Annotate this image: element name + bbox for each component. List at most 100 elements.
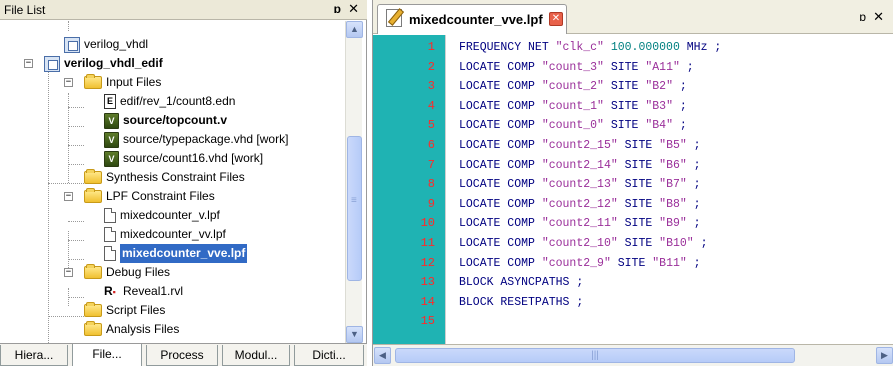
tree-item-mixedcounter-vv-lpf[interactable]: mixedcounter_vv.lpf [104,225,226,244]
code-token: "count_0" [541,119,604,133]
code-token: SITE [603,119,646,133]
folder-icon [84,188,102,204]
code-token: LOCATE COMP [459,158,542,172]
code-token: LOCATE COMP [459,256,542,270]
code-line[interactable]: LOCATE COMP "count2_13" SITE "B7" ; [459,175,701,194]
code-token: LOCATE COMP [459,60,542,74]
code-token: SITE [617,217,660,231]
code-line[interactable]: LOCATE COMP "count2_12" SITE "B8" ; [459,195,701,214]
tree-item-reveal1-rvl[interactable]: R▪ Reveal1.rvl [104,282,183,301]
tree-item-debug-files[interactable]: Debug Files [84,263,170,282]
tree-item-count16-vhd[interactable]: Vsource/count16.vhd [work] [104,149,263,168]
scroll-thumb[interactable] [347,136,362,281]
code-token: "B4" [645,119,673,133]
code-token: "count2_9" [541,256,611,270]
code-token: ; [679,60,694,74]
scroll-up-icon[interactable]: ▲ [346,21,363,38]
code-token: "count2_10" [541,237,618,250]
tab-dictionary[interactable]: Dicti... [294,345,364,366]
code-line[interactable]: LOCATE COMP "count_3" SITE "A11" ; [459,58,694,77]
scroll-left-icon[interactable]: ◀ [374,347,391,364]
pin-icon[interactable]: ɒ [859,10,866,24]
code-token: LOCATE COMP [459,237,542,250]
tab-module[interactable]: Modul... [222,345,290,366]
tree-item-synthesis-constraint-files[interactable]: Synthesis Constraint Files [84,168,245,187]
code-line[interactable]: LOCATE COMP "count2_10" SITE "B10" ; [459,234,708,253]
collapse-icon[interactable]: − [64,268,73,277]
code-line[interactable]: LOCATE COMP "count_1" SITE "B3" ; [459,97,687,116]
tree-item-script-files[interactable]: Script Files [84,301,165,320]
tree-item-topcount-v[interactable]: Vsource/topcount.v [104,111,227,130]
code-line[interactable]: FREQUENCY NET "clk_c" 100.000000 MHz ; [459,38,721,57]
code-token: "count2_14" [541,158,618,172]
collapse-icon[interactable]: − [64,78,73,87]
code-token: ; [686,256,701,270]
code-token: SITE [617,139,660,152]
tree-item-verilog-vhdl[interactable]: verilog_vhdl [64,35,148,54]
editor-tab-title: mixedcounter_vve.lpf [409,12,543,27]
tree-item-lpf-constraint-files[interactable]: LPF Constraint Files [84,187,215,206]
scroll-thumb[interactable]: ||| [395,348,795,363]
tree-item-mixedcounter-v-lpf[interactable]: mixedcounter_v.lpf [104,206,220,225]
close-icon[interactable]: ✕ [348,1,359,17]
code-token: MHz ; [679,41,722,54]
code-line[interactable]: LOCATE COMP "count2_15" SITE "B5" ; [459,136,701,155]
file-icon [104,227,116,243]
tree-item-mixedcounter-vve-lpf[interactable]: mixedcounter_vve.lpf [104,244,248,264]
code-token: ; [686,197,701,211]
tree-item-analysis-files[interactable]: Analysis Files [84,320,179,339]
project-icon [44,55,60,72]
code-token: BLOCK ASYNCPATHS ; [459,276,584,290]
code-token: LOCATE COMP [459,80,542,94]
code-token: "B7" [659,178,687,192]
file-tree-vertical-scrollbar[interactable]: ▲ ▼ [345,21,363,343]
verilog-file-icon: V [104,112,119,129]
line-number: 12 [420,255,435,270]
file-list-titlebar: File List ɒ ✕ [0,0,367,20]
tab-close-icon[interactable]: ✕ [549,12,563,26]
editor-tab[interactable]: mixedcounter_vve.lpf ✕ [377,4,567,34]
tree-item-verilog-vhdl-edif[interactable]: verilog_vhdl_edif [44,54,163,73]
scroll-down-icon[interactable]: ▼ [346,326,363,343]
tab-file-list[interactable]: File... [72,344,142,366]
collapse-icon[interactable]: − [24,59,33,68]
code-line[interactable]: BLOCK ASYNCPATHS ; [459,273,583,292]
editor-horizontal-scrollbar[interactable]: ◀ ||| ▶ [373,344,893,366]
code-token: ; [686,139,701,152]
code-token: SITE [603,60,646,74]
folder-icon [84,74,102,90]
code-token: "A11" [645,60,680,74]
line-number-gutter: 1 2 3 4 5 6 7 8 9 10 11 12 13 14 15 [373,35,445,344]
line-number: 4 [427,98,435,113]
code-line[interactable]: LOCATE COMP "count2_9" SITE "B11" ; [459,254,701,273]
code-token: ; [672,119,687,133]
tree-item-input-files[interactable]: Input Files [84,73,161,92]
code-token: SITE [617,197,660,211]
tree-item-count8-edn[interactable]: Eedif/rev_1/count8.edn [104,92,235,111]
file-icon [104,246,116,262]
code-line[interactable]: LOCATE COMP "count2_11" SITE "B9" ; [459,214,701,233]
collapse-icon[interactable]: − [64,192,73,201]
code-line[interactable]: BLOCK RESETPATHS ; [459,293,583,312]
line-number: 10 [420,216,435,231]
close-icon[interactable]: ✕ [873,9,884,25]
tab-hierarchy[interactable]: Hiera... [0,345,68,366]
code-line[interactable]: LOCATE COMP "count_2" SITE "B2" ; [459,77,687,96]
code-area[interactable]: FREQUENCY NET "clk_c" 100.000000 MHz ; LO… [459,35,879,344]
code-token: SITE [603,80,646,94]
code-line[interactable]: LOCATE COMP "count2_14" SITE "B6" ; [459,156,701,175]
code-token: ; [693,237,708,250]
tree-item-typepackage-vhd[interactable]: Vsource/typepackage.vhd [work] [104,130,288,149]
code-token: LOCATE COMP [459,197,542,211]
reveal-file-icon: R▪ [104,284,116,299]
code-token: "B10" [659,237,694,250]
scroll-right-icon[interactable]: ▶ [876,347,893,364]
file-icon [104,208,116,224]
gutter-margin [445,35,457,344]
line-number: 9 [427,196,435,211]
tab-process[interactable]: Process [146,345,218,366]
code-line[interactable]: LOCATE COMP "count_0" SITE "B4" ; [459,116,687,135]
pin-icon[interactable]: ɒ [334,2,341,16]
file-list-title: File List [4,3,46,17]
code-token: BLOCK RESETPATHS ; [459,295,584,309]
